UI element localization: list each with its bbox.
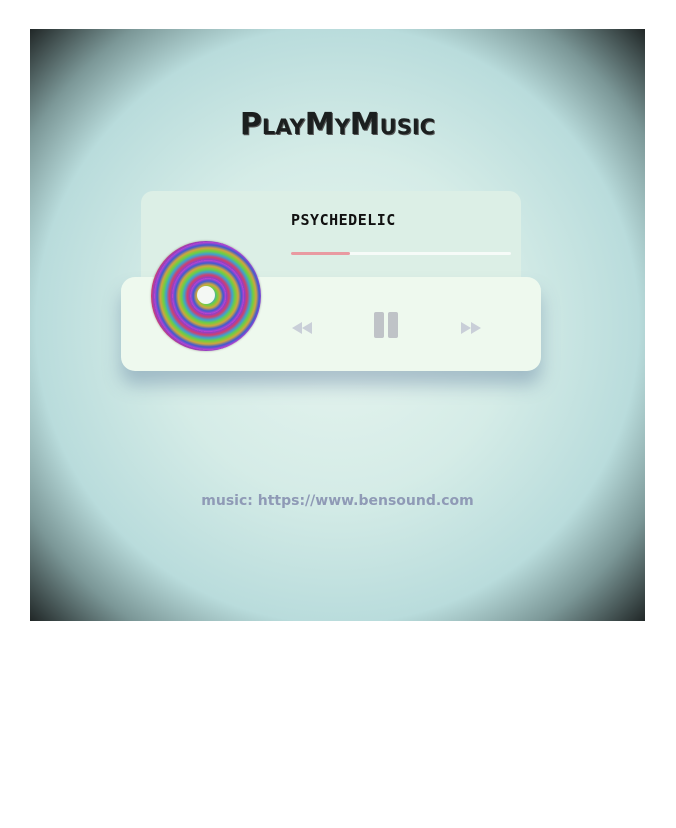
- app-title: PlayMyMusic: [239, 107, 436, 142]
- player-page: PlayMyMusic PSYCHEDELIC music: https://w…: [30, 29, 645, 621]
- next-button[interactable]: [458, 320, 484, 336]
- progress-fill: [291, 252, 351, 255]
- disc-center-hole: [197, 286, 215, 304]
- rewind-icon: [292, 322, 312, 334]
- pause-icon: [374, 312, 398, 338]
- song-title: PSYCHEDELIC: [291, 211, 396, 229]
- pause-button[interactable]: [371, 310, 401, 340]
- music-credit: music: https://www.bensound.com: [201, 493, 474, 509]
- progress-bar[interactable]: [291, 252, 511, 255]
- fast-forward-icon: [461, 322, 481, 334]
- album-disc: [151, 241, 261, 351]
- previous-button[interactable]: [289, 320, 315, 336]
